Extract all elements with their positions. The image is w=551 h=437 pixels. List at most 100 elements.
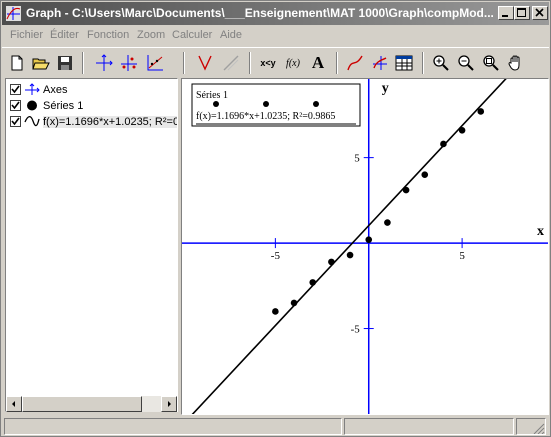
- y-axis-label: y: [382, 81, 389, 96]
- menu-zoom[interactable]: Zoom: [137, 29, 165, 41]
- tangent-icon: [198, 55, 212, 71]
- insert-function-button[interactable]: [344, 52, 366, 74]
- y-tick-label: 5: [354, 153, 360, 165]
- maximize-icon: [517, 8, 526, 17]
- tree-item-trendline[interactable]: f(x)=1.1696*x+1.0235; R²=0.9865: [10, 114, 177, 129]
- scroll-right-button[interactable]: [161, 396, 177, 412]
- insert-trendline-button[interactable]: [144, 52, 166, 74]
- application-window: Graph - C:\Users\Marc\Documents\___Ensei…: [0, 0, 551, 437]
- legend-marker: [313, 101, 319, 107]
- data-point: [272, 308, 279, 315]
- series-checkbox[interactable]: [10, 100, 21, 111]
- maximize-button[interactable]: [514, 6, 530, 20]
- zoom-fit-icon: [483, 55, 499, 71]
- data-point: [309, 279, 317, 286]
- legend-function-label: f(x)=1.1696*x+1.0235; R²=0.9865: [196, 111, 335, 122]
- arrow-left-icon: [12, 401, 15, 407]
- insert-shading-button[interactable]: [220, 52, 242, 74]
- new-file-button[interactable]: [6, 52, 28, 74]
- toolbar-separator: [82, 52, 84, 74]
- title-bar[interactable]: Graph - C:\Users\Marc\Documents\___Ensei…: [2, 2, 549, 25]
- zoom-out-icon: [458, 55, 474, 71]
- resize-grip-icon: [533, 423, 545, 435]
- data-point: [458, 126, 466, 134]
- arrow-right-icon: [168, 401, 171, 407]
- status-panel-main: [4, 418, 342, 435]
- data-point: [365, 236, 373, 243]
- insert-text-label-button[interactable]: A: [307, 52, 329, 74]
- menu-editer[interactable]: Éditer: [50, 29, 79, 41]
- legend-box[interactable]: Séries 1 f(x)=1.1696*x+1.0235; R²=0.9865: [191, 83, 361, 127]
- tree-item-label: Séries 1: [43, 99, 84, 112]
- scroll-left-button[interactable]: [6, 396, 22, 412]
- toolbar-separator: [336, 52, 338, 74]
- data-point: [477, 108, 485, 115]
- graph-canvas[interactable]: -5 5 -5 5 x y Séries 1 f(x)=1.1696*x+1.0235; …: [182, 79, 548, 414]
- trendline-checkbox[interactable]: [10, 116, 21, 127]
- axes-icon: [96, 54, 113, 71]
- function-tree-panel[interactable]: Axes Séries 1 f(x)=1.1696*x+1.0235; R²=0…: [5, 78, 178, 412]
- data-point: [328, 258, 335, 266]
- tree-item-series[interactable]: Séries 1: [10, 98, 83, 113]
- menu-fichier[interactable]: Fichier: [10, 29, 43, 41]
- shading-icon: [223, 55, 239, 71]
- graph-app-icon: [6, 6, 21, 21]
- insert-point-series-button[interactable]: [118, 52, 140, 74]
- data-point: [402, 186, 410, 194]
- status-bar: [2, 416, 549, 436]
- x-axis-label: x: [537, 224, 544, 239]
- evaluate-button[interactable]: x<y: [257, 52, 279, 74]
- y-tick-label: -5: [351, 324, 361, 336]
- trendline: [191, 79, 507, 414]
- open-file-button[interactable]: [30, 52, 52, 74]
- checkmark-icon: [11, 101, 20, 110]
- toolbar-separator: [183, 52, 185, 74]
- checkmark-icon: [11, 85, 20, 94]
- minimize-button[interactable]: [498, 6, 514, 20]
- zoom-fit-button[interactable]: [480, 52, 502, 74]
- close-button[interactable]: [532, 6, 548, 20]
- insert-relation-button[interactable]: [369, 52, 391, 74]
- insert-function-text-button[interactable]: f(x): [282, 52, 304, 74]
- table-icon: [395, 55, 413, 71]
- tree-item-axes[interactable]: Axes: [10, 82, 67, 97]
- zoom-in-button[interactable]: [430, 52, 452, 74]
- status-panel-grip: [516, 418, 546, 435]
- save-disk-icon: [58, 56, 72, 70]
- legend-marker: [213, 101, 219, 107]
- data-point: [290, 299, 298, 307]
- insert-tangent-button[interactable]: [194, 52, 216, 74]
- toolbar-separator: [422, 52, 424, 74]
- axes-layer: -5 5 -5 5 x y: [182, 79, 548, 414]
- x-tick-label: -5: [271, 250, 281, 262]
- data-point: [384, 219, 391, 226]
- axes-settings-button[interactable]: [93, 52, 115, 74]
- toolbar: x<y f(x) A: [2, 47, 549, 77]
- trendline-icon: [147, 55, 163, 71]
- function-curve-icon: [24, 115, 40, 127]
- checkmark-icon: [11, 117, 20, 126]
- zoom-out-button[interactable]: [455, 52, 477, 74]
- save-file-button[interactable]: [54, 52, 76, 74]
- point-series-icon: [27, 100, 37, 111]
- scroll-thumb[interactable]: [22, 396, 142, 412]
- menu-bar: Fichier Éditer Fonction Zoom Calculer Ai…: [2, 26, 549, 45]
- tree-horizontal-scrollbar[interactable]: [6, 396, 177, 412]
- table-button[interactable]: [393, 52, 415, 74]
- insert-point-series-icon: [121, 55, 137, 71]
- open-folder-icon: [32, 58, 50, 70]
- zoom-in-icon: [433, 55, 449, 71]
- close-icon: [535, 8, 544, 17]
- tree-item-label: Axes: [43, 83, 68, 96]
- data-points-layer: [272, 108, 485, 315]
- menu-fonction[interactable]: Fonction: [87, 29, 129, 41]
- menu-aide[interactable]: Aide: [220, 29, 242, 41]
- graph-plot-area[interactable]: -5 5 -5 5 x y Séries 1 f(x)=1.1696*x+1.0235; …: [181, 78, 549, 415]
- x-tick-label: 5: [459, 250, 465, 262]
- data-point: [346, 251, 354, 259]
- trendline-layer: [191, 79, 507, 414]
- menu-calculer[interactable]: Calculer: [172, 29, 212, 41]
- axes-checkbox[interactable]: [10, 84, 21, 95]
- toolbar-separator: [249, 52, 251, 74]
- pan-button[interactable]: [505, 52, 527, 74]
